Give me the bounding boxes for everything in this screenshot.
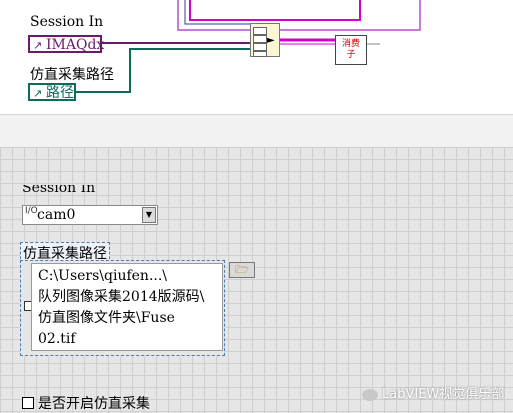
consumer-subvi[interactable]: 消费 子 bbox=[335, 35, 367, 65]
window-separator bbox=[0, 114, 513, 148]
imaqdx-terminal-label: IMAQdx bbox=[46, 37, 105, 53]
consumer-subvi-label: 消费 子 bbox=[341, 39, 360, 60]
bundle-slot bbox=[253, 27, 267, 35]
simulate-checkbox[interactable]: 是否开启仿直采集 bbox=[22, 393, 150, 413]
terminal-type-icon: ↗ bbox=[33, 87, 43, 100]
arrow-icon: ► bbox=[267, 35, 275, 46]
bundle-slot bbox=[253, 35, 267, 43]
folder-open-icon: 🗁 bbox=[235, 263, 249, 276]
block-diagram: Session In ↗ IMAQdx 仿直采集路径 ↗ 路径 ► 消费 子 bbox=[0, 0, 513, 114]
bundle-slot bbox=[253, 51, 267, 57]
path-label: 仿直采集路径 bbox=[30, 67, 114, 83]
session-in-label: Session In bbox=[30, 14, 104, 30]
checkbox-box[interactable] bbox=[22, 397, 34, 409]
bundle-node[interactable]: ► bbox=[250, 23, 280, 57]
watermark: LabVIEW视觉俱乐部 bbox=[362, 383, 504, 402]
simulate-label: 是否开启仿直采集 bbox=[38, 396, 150, 412]
terminal-type-icon: ↗ bbox=[33, 39, 43, 52]
bundle-slot bbox=[253, 43, 267, 51]
path-value-field[interactable]: C:\Users\qiufen...\ 队列图像采集2014版源码\ 仿直图像文… bbox=[31, 263, 223, 351]
browse-button[interactable]: 🗁 bbox=[229, 262, 255, 278]
chevron-down-icon[interactable]: ▼ bbox=[142, 207, 156, 223]
wechat-icon bbox=[362, 388, 378, 401]
path-control[interactable]: C:\Users\qiufen...\ 队列图像采集2014版源码\ 仿直图像文… bbox=[20, 260, 225, 356]
watermark-text: LabVIEW视觉俱乐部 bbox=[382, 387, 505, 402]
imaqdx-terminal[interactable]: ↗ IMAQdx bbox=[28, 35, 105, 53]
session-in-control[interactable]: I/O cam0 ▼ bbox=[22, 205, 158, 225]
session-in-control-label: Session In bbox=[22, 180, 96, 196]
front-panel: Session In I/O cam0 ▼ 仿直采集路径 C:\Users\qi… bbox=[0, 147, 513, 413]
path-terminal-label: 路径 bbox=[46, 85, 74, 101]
path-terminal[interactable]: ↗ 路径 bbox=[28, 83, 76, 101]
session-in-value: cam0 bbox=[37, 207, 76, 223]
io-icon: I/O bbox=[25, 206, 38, 216]
